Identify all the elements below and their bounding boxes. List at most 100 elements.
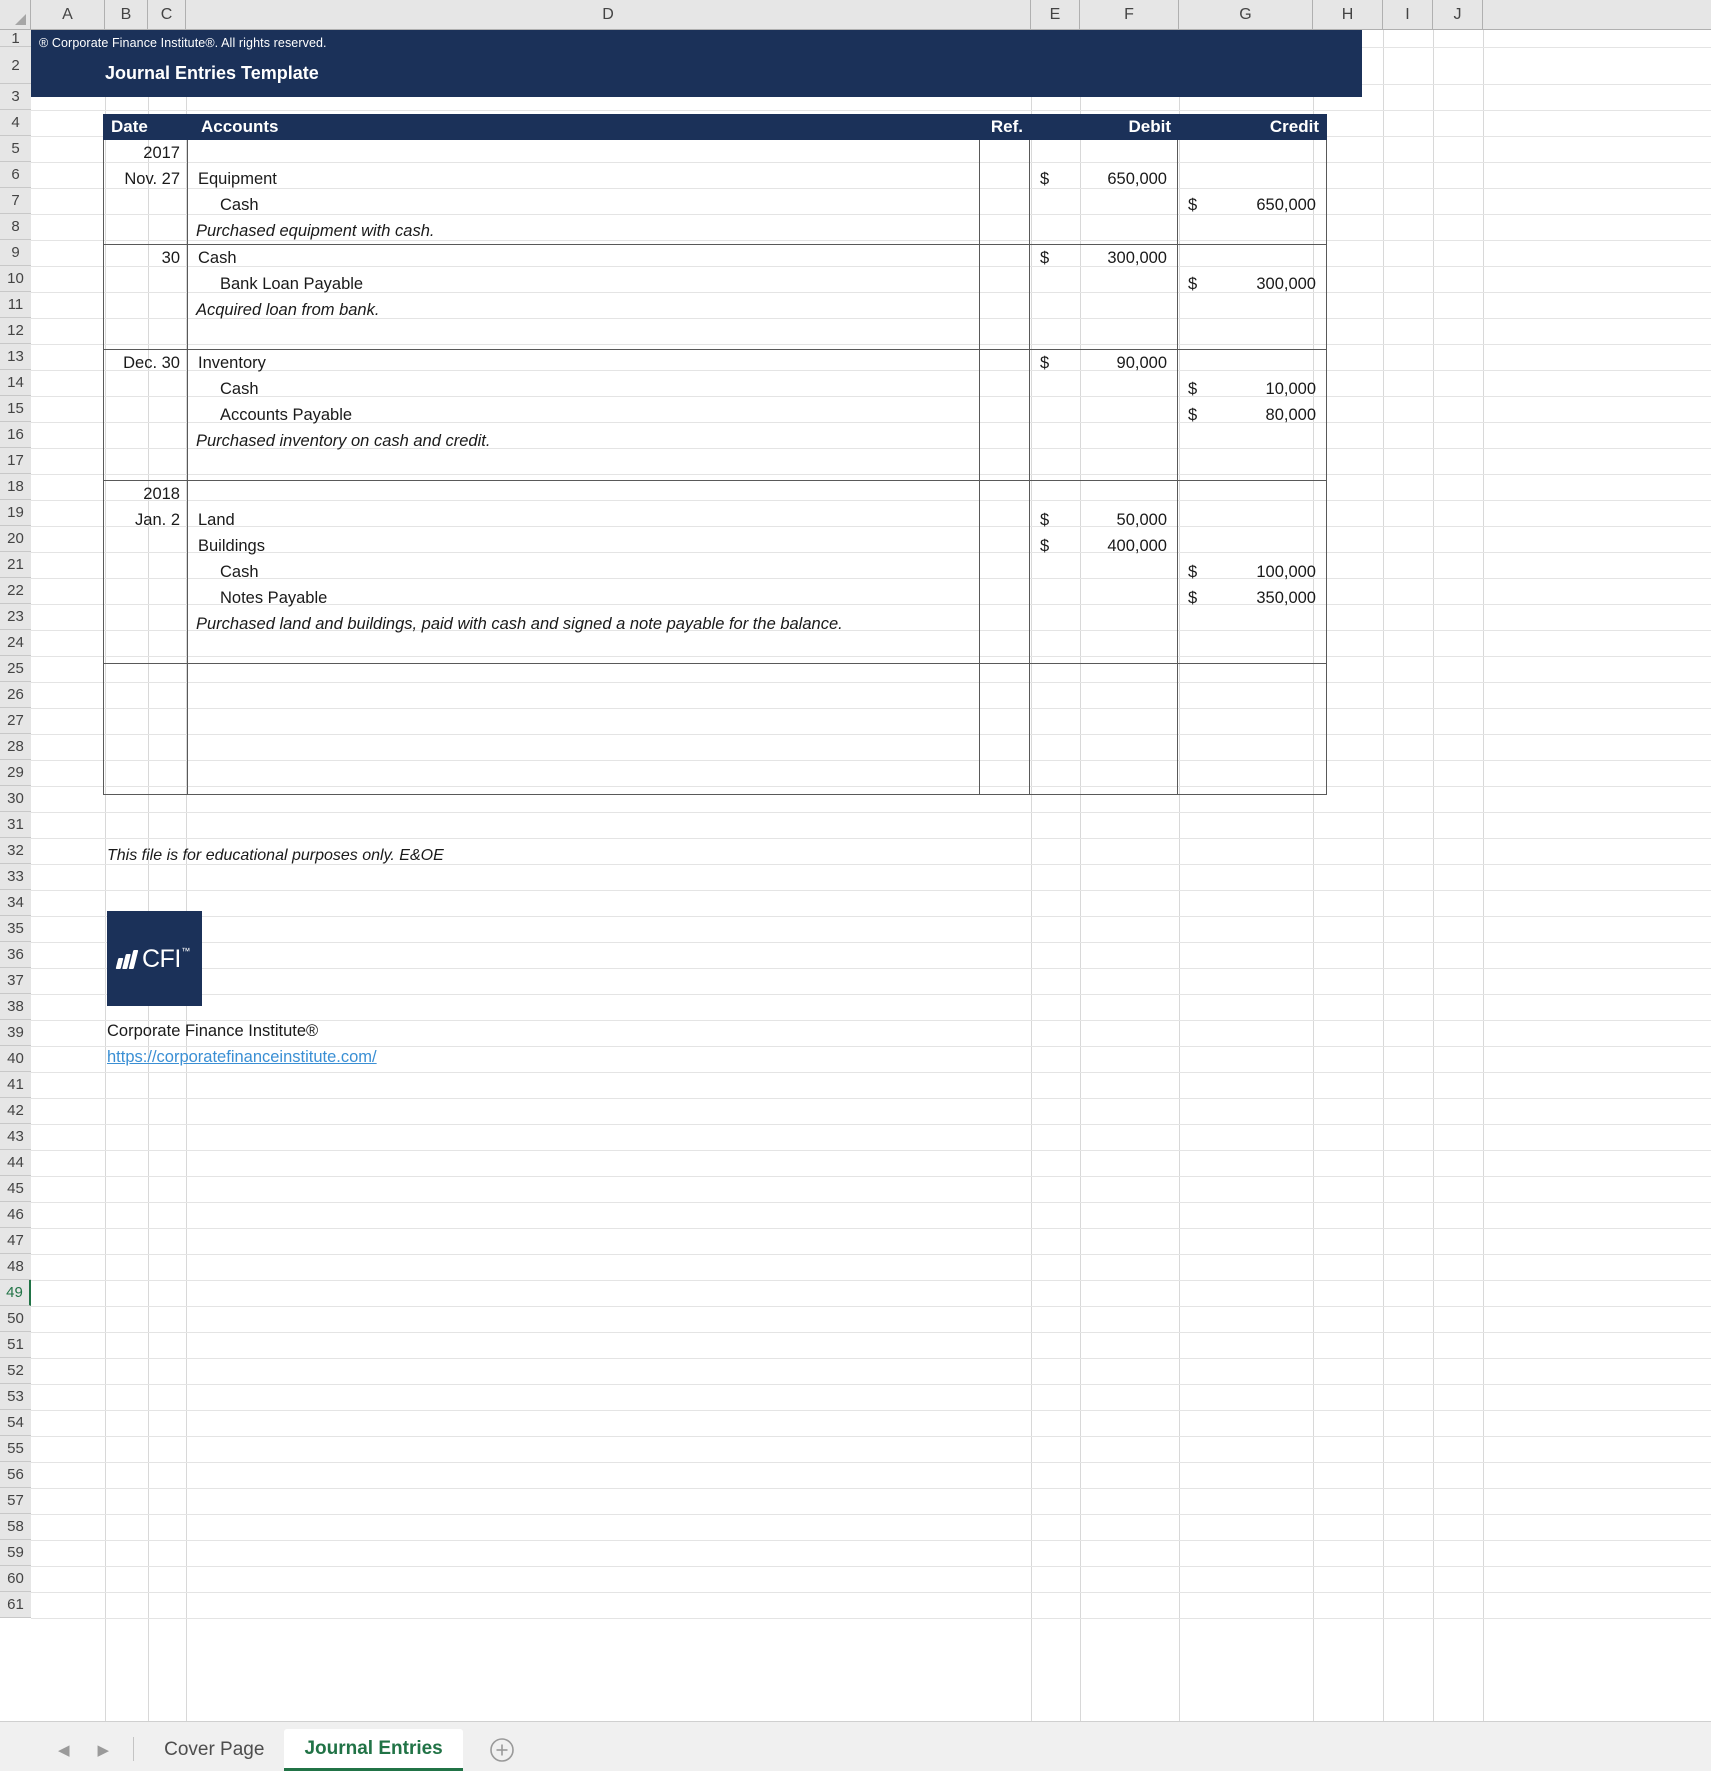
entry-date-cell[interactable]: 2018 Jan. 2 (104, 481, 188, 663)
row-header-57[interactable]: 57 (0, 1488, 31, 1514)
entry-debit-cell[interactable]: $50,000 $400,000 (1030, 481, 1178, 663)
row-header-13[interactable]: 13 (0, 344, 31, 370)
row-header-5[interactable]: 5 (0, 136, 31, 162)
row-header-9[interactable]: 9 (0, 240, 31, 266)
entry-ref-cell[interactable] (980, 140, 1030, 244)
entry-credit-cell[interactable]: $300,000 (1178, 245, 1326, 349)
row-header-59[interactable]: 59 (0, 1540, 31, 1566)
row-header-33[interactable]: 33 (0, 864, 31, 890)
entry-debit-cell[interactable]: $650,000 (1030, 140, 1178, 244)
column-header-f[interactable]: F (1080, 0, 1179, 29)
entry-credit-cell[interactable] (1178, 664, 1326, 794)
row-header-53[interactable]: 53 (0, 1384, 31, 1410)
entry-ref-cell[interactable] (980, 481, 1030, 663)
row-header-34[interactable]: 34 (0, 890, 31, 916)
row-header-26[interactable]: 26 (0, 682, 31, 708)
row-header-42[interactable]: 42 (0, 1098, 31, 1124)
row-header-6[interactable]: 6 (0, 162, 31, 188)
row-header-21[interactable]: 21 (0, 552, 31, 578)
entry-accounts-cell[interactable]: Inventory Cash Accounts Payable Purchased i… (188, 350, 980, 480)
column-header-b[interactable]: B (105, 0, 148, 29)
row-header-51[interactable]: 51 (0, 1332, 31, 1358)
entry-date-cell[interactable] (104, 664, 188, 794)
row-header-39[interactable]: 39 (0, 1020, 31, 1046)
row-header-10[interactable]: 10 (0, 266, 31, 292)
entry-ref-cell[interactable] (980, 664, 1030, 794)
row-header-43[interactable]: 43 (0, 1124, 31, 1150)
entry-debit-cell[interactable]: $90,000 (1030, 350, 1178, 480)
entry-date-cell[interactable]: Dec. 30 (104, 350, 188, 480)
row-header-60[interactable]: 60 (0, 1566, 31, 1592)
row-header-61[interactable]: 61 (0, 1592, 31, 1618)
row-header-15[interactable]: 15 (0, 396, 31, 422)
row-header-20[interactable]: 20 (0, 526, 31, 552)
row-header-18[interactable]: 18 (0, 474, 31, 500)
row-header-54[interactable]: 54 (0, 1410, 31, 1436)
row-header-48[interactable]: 48 (0, 1254, 31, 1280)
row-header-36[interactable]: 36 (0, 942, 31, 968)
entry-date-cell[interactable]: 2017 Nov. 27 (104, 140, 188, 244)
row-header-35[interactable]: 35 (0, 916, 31, 942)
row-header-40[interactable]: 40 (0, 1046, 31, 1072)
column-header-h[interactable]: H (1313, 0, 1383, 29)
website-link[interactable]: https://corporatefinanceinstitute.com/ (107, 1048, 377, 1067)
sheet-tab-journal-entries[interactable]: Journal Entries (284, 1729, 463, 1771)
row-header-22[interactable]: 22 (0, 578, 31, 604)
row-header-52[interactable]: 52 (0, 1358, 31, 1384)
row-header-24[interactable]: 24 (0, 630, 31, 656)
entry-date-cell[interactable]: 30 (104, 245, 188, 349)
row-header-8[interactable]: 8 (0, 214, 31, 240)
column-header-d[interactable]: D (186, 0, 1031, 29)
row-header-45[interactable]: 45 (0, 1176, 31, 1202)
column-header-c[interactable]: C (148, 0, 186, 29)
next-sheet-icon[interactable]: ▶ (98, 1741, 110, 1759)
row-header-38[interactable]: 38 (0, 994, 31, 1020)
row-header-41[interactable]: 41 (0, 1072, 31, 1098)
entry-ref-cell[interactable] (980, 350, 1030, 480)
row-header-14[interactable]: 14 (0, 370, 31, 396)
entry-ref-cell[interactable] (980, 245, 1030, 349)
column-header-j[interactable]: J (1433, 0, 1483, 29)
column-header-g[interactable]: G (1179, 0, 1313, 29)
entry-accounts-cell[interactable]: Land Buildings Cash Notes Payable Purchased … (188, 481, 980, 663)
entry-credit-cell[interactable]: $10,000 $80,000 (1178, 350, 1326, 480)
row-header-44[interactable]: 44 (0, 1150, 31, 1176)
entry-accounts-cell[interactable] (188, 664, 980, 794)
row-header-4[interactable]: 4 (0, 110, 31, 136)
row-header-3[interactable]: 3 (0, 84, 31, 110)
entry-credit-cell[interactable]: $100,000 $350,000 (1178, 481, 1326, 663)
row-header-56[interactable]: 56 (0, 1462, 31, 1488)
select-all-corner[interactable] (0, 0, 31, 29)
add-sheet-button[interactable] (481, 1729, 523, 1771)
row-header-23[interactable]: 23 (0, 604, 31, 630)
row-header-47[interactable]: 47 (0, 1228, 31, 1254)
entry-accounts-cell[interactable]: Equipment Cash Purchased equipment with ca… (188, 140, 980, 244)
row-header-29[interactable]: 29 (0, 760, 31, 786)
column-header-e[interactable]: E (1031, 0, 1080, 29)
row-header-31[interactable]: 31 (0, 812, 31, 838)
row-header-19[interactable]: 19 (0, 500, 31, 526)
column-header-a[interactable]: A (31, 0, 105, 29)
row-header-46[interactable]: 46 (0, 1202, 31, 1228)
row-header-2[interactable]: 2 (0, 47, 31, 84)
row-header-37[interactable]: 37 (0, 968, 31, 994)
row-header-7[interactable]: 7 (0, 188, 31, 214)
row-header-30[interactable]: 30 (0, 786, 31, 812)
entry-credit-cell[interactable]: $650,000 (1178, 140, 1326, 244)
row-header-28[interactable]: 28 (0, 734, 31, 760)
column-header-i[interactable]: I (1383, 0, 1433, 29)
sheet-tab-cover-page[interactable]: Cover Page (144, 1729, 284, 1771)
row-header-55[interactable]: 55 (0, 1436, 31, 1462)
row-header-27[interactable]: 27 (0, 708, 31, 734)
row-header-16[interactable]: 16 (0, 422, 31, 448)
entry-accounts-cell[interactable]: Cash Bank Loan Payable Acquired loan from … (188, 245, 980, 349)
row-header-49[interactable]: 49 (0, 1280, 31, 1306)
row-header-58[interactable]: 58 (0, 1514, 31, 1540)
entry-debit-cell[interactable] (1030, 664, 1178, 794)
prev-sheet-icon[interactable]: ◀ (58, 1741, 70, 1759)
row-header-1[interactable]: 1 (0, 30, 31, 47)
row-header-25[interactable]: 25 (0, 656, 31, 682)
row-header-17[interactable]: 17 (0, 448, 31, 474)
row-header-32[interactable]: 32 (0, 838, 31, 864)
entry-debit-cell[interactable]: $300,000 (1030, 245, 1178, 349)
